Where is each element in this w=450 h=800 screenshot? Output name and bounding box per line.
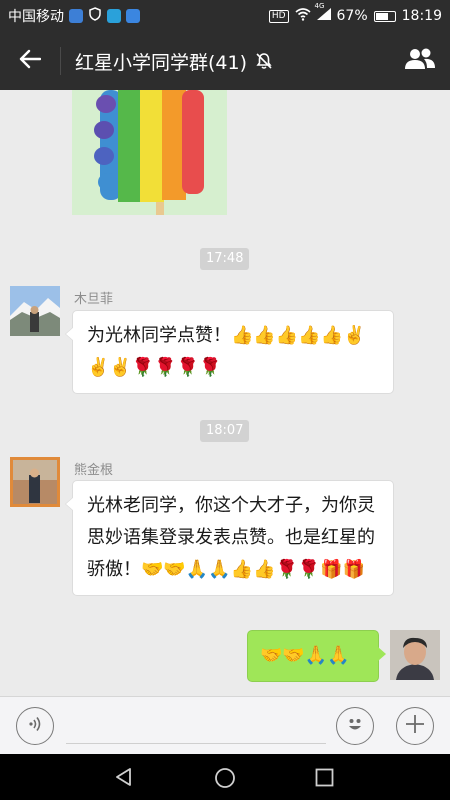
message-input[interactable] <box>66 743 326 744</box>
status-bar: 中国移动 HD 4G 67% 18:19 <box>0 0 450 32</box>
app-notification-icon <box>69 9 83 23</box>
avatar[interactable] <box>10 286 60 336</box>
plus-icon <box>404 713 426 739</box>
avatar[interactable] <box>10 457 60 507</box>
signal-icon: 4G <box>315 2 331 24</box>
input-bar <box>0 696 450 754</box>
timestamp: 17:48 <box>200 248 250 270</box>
nav-home-icon[interactable] <box>214 767 236 793</box>
hd-icon: HD <box>268 9 289 23</box>
telegram-icon <box>107 9 121 23</box>
battery-icon <box>373 10 396 22</box>
group-info-button[interactable] <box>390 32 450 90</box>
system-nav-bar <box>0 754 450 800</box>
my-avatar[interactable] <box>390 630 440 680</box>
sender-name: 木旦菲 <box>74 292 114 307</box>
battery-fill <box>375 12 388 20</box>
nav-recents-icon[interactable] <box>315 768 334 791</box>
mute-bell-icon <box>255 52 273 70</box>
message-bubble[interactable]: 光林老同学，你这个大才子，为你灵思妙语集登录发表点赞。也是红星的骄傲！🤝🤝🙏🙏👍… <box>65 480 394 596</box>
my-message-bubble[interactable]: 🤝🤝🙏🙏 <box>247 630 386 682</box>
header-divider <box>60 47 61 75</box>
back-arrow-icon <box>19 49 42 73</box>
plus-button[interactable] <box>396 707 434 745</box>
carrier-label: 中国移动 <box>8 9 64 25</box>
rainbow-popsicle-sticker[interactable] <box>72 90 227 215</box>
clock: 18:19 <box>401 8 442 24</box>
voice-button[interactable] <box>16 707 54 745</box>
emoji-button[interactable] <box>336 707 374 745</box>
voice-icon <box>26 715 44 737</box>
message-list[interactable]: 17:48 木旦菲 为光林同学点赞！👍👍👍👍👍✌️✌️✌️🌹🌹🌹🌹 18:07 … <box>0 90 450 696</box>
nav-back-icon[interactable] <box>114 767 134 791</box>
shield-icon <box>88 7 102 25</box>
emoji-icon <box>343 712 367 740</box>
timestamp: 18:07 <box>200 420 250 442</box>
battery-percent: 67% <box>336 8 368 24</box>
chat-header: 红星小学同学群(41) <box>0 32 450 90</box>
message-bubble[interactable]: 为光林同学点赞！👍👍👍👍👍✌️✌️✌️🌹🌹🌹🌹 <box>65 310 394 394</box>
group-members-icon <box>403 47 437 75</box>
app-icon <box>126 9 140 23</box>
network-type-label: 4G <box>314 2 325 10</box>
back-button[interactable] <box>0 32 60 90</box>
group-title: 红星小学同学群(41) <box>75 51 248 74</box>
wifi-icon <box>294 7 311 25</box>
sender-name: 熊金根 <box>74 463 114 478</box>
